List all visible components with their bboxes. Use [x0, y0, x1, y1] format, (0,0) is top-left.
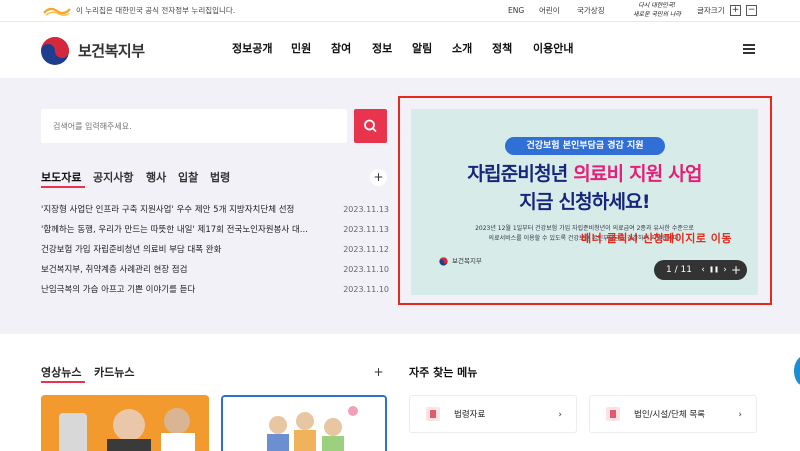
nav-item-guide[interactable]: 이용안내 — [533, 40, 573, 58]
news-title[interactable]: '지장형 사업단 인프라 구축 지원사업' 우수 제안 5개 지방자치단체 선정 — [41, 203, 331, 217]
slogan-line-1: 다시 대한민국! — [638, 2, 676, 9]
frequent-menu-label: 법인/시설/단체 목록 — [634, 410, 705, 420]
tab-event[interactable]: 행사 — [146, 170, 166, 186]
law-document-icon — [426, 407, 440, 421]
card-news-thumbnail[interactable] — [221, 395, 387, 451]
hero-section: 보도자료 공지사항 행사 입찰 법령 + '지장형 사업단 인프라 구축 지원사… — [0, 78, 800, 334]
news-title[interactable]: 건강보험 가입 자립준비청년 의료비 부담 대폭 완화 — [41, 243, 331, 257]
frequent-menu-item[interactable]: 법인/시설/단체 목록 › — [589, 395, 757, 433]
frequent-menu-item[interactable]: 법령자료 › — [409, 395, 577, 433]
slogan-logo: 다시 대한민국! 새로운 국민의 나라 — [628, 1, 686, 21]
nav-item-about[interactable]: 소개 — [452, 40, 472, 58]
tab-press-release[interactable]: 보도자료 — [41, 170, 81, 186]
site-header: 보건복지부 정보공개 민원 참여 정보 알림 소개 정책 이용안내 — [0, 22, 800, 78]
banner-headline-line2: 지금 신청하세요! — [519, 191, 650, 213]
tab-law[interactable]: 법령 — [210, 170, 230, 186]
national-symbols-link[interactable]: 국가상징 — [577, 4, 605, 18]
slogan-line-2: 새로운 국민의 나라 — [633, 11, 681, 18]
nav-item-information[interactable]: 정보 — [372, 40, 392, 58]
banner-pill: 건강보험 본인부담금 경감 지원 — [505, 137, 665, 155]
news-title[interactable]: '함께하는 동행, 우리가 만드는 따뜻한 내일' 제17회 전국노인자원봉사 … — [41, 223, 331, 237]
frequent-menu-title: 자주 찾는 메뉴 — [409, 366, 478, 379]
prev-icon[interactable]: ‹ — [698, 260, 708, 280]
active-tab-indicator — [41, 186, 85, 188]
card-news-thumbnail-image — [223, 397, 385, 451]
banner-page-indicator: 1 / 11 — [666, 265, 692, 275]
chevron-right-icon: › — [558, 410, 562, 420]
organization-list-icon — [606, 407, 620, 421]
gov-notice-text: 이 누리집은 대한민국 공식 전자정부 누리집입니다. — [76, 6, 236, 15]
pause-icon[interactable]: ❚❚ — [709, 260, 719, 280]
news-date: 2023.11.13 — [343, 225, 389, 234]
banner-headline: 자립준비청년 의료비 지원 사업 — [411, 161, 758, 187]
kids-link[interactable]: 어린이 — [539, 4, 560, 18]
top-utility-bar: 이 누리집은 대한민국 공식 전자정부 누리집입니다. ENG 어린이 국가상징… — [0, 0, 800, 22]
search-box — [41, 109, 347, 143]
search-icon — [364, 119, 377, 132]
search-button[interactable] — [354, 109, 387, 143]
list-item[interactable]: 보건복지부, 취약계층 사례관리 현장 점검 2023.11.10 — [41, 263, 389, 277]
nav-item-news[interactable]: 알림 — [412, 40, 432, 58]
tab-card-news[interactable]: 카드뉴스 — [94, 365, 134, 381]
nav-item-info-disclosure[interactable]: 정보공개 — [232, 40, 272, 58]
search-input[interactable] — [41, 109, 347, 143]
nav-item-civil-service[interactable]: 민원 — [291, 40, 311, 58]
font-increase-button[interactable]: + — [730, 5, 741, 16]
government-symbol-icon — [43, 7, 71, 17]
nav-item-participation[interactable]: 참여 — [331, 40, 351, 58]
promo-banner[interactable]: 건강보험 본인부담금 경감 지원 자립준비청년 의료비 지원 사업 지금 신청하… — [411, 109, 758, 295]
banner-add-icon[interactable]: + — [731, 260, 741, 280]
nav-item-policy[interactable]: 정책 — [492, 40, 512, 58]
news-title[interactable]: 난임극복의 가슴 아프고 기쁜 이야기를 듣다 — [41, 283, 331, 297]
news-more-button[interactable]: + — [370, 169, 387, 186]
active-media-tab-indicator — [41, 381, 85, 383]
chevron-right-icon: › — [738, 410, 742, 420]
list-item[interactable]: 건강보험 가입 자립준비청년 의료비 부담 대폭 완화 2023.11.12 — [41, 243, 389, 257]
list-item[interactable]: 난임극복의 가슴 아프고 기쁜 이야기를 듣다 2023.11.10 — [41, 283, 389, 297]
banner-org-name: 보건복지부 — [452, 257, 482, 265]
list-item[interactable]: '지장형 사업단 인프라 구축 지원사업' 우수 제안 5개 지방자치단체 선정… — [41, 203, 389, 217]
news-date: 2023.11.12 — [343, 245, 389, 254]
frequent-menu-label: 법령자료 — [454, 410, 486, 420]
eng-link[interactable]: ENG — [508, 4, 524, 18]
news-date: 2023.11.10 — [343, 285, 389, 294]
news-date: 2023.11.10 — [343, 265, 389, 274]
banner-highlight-frame: 건강보험 본인부담금 경감 지원 자립준비청년 의료비 지원 사업 지금 신청하… — [398, 96, 772, 305]
taegeuk-logo-icon[interactable] — [40, 36, 70, 66]
org-name[interactable]: 보건복지부 — [78, 38, 145, 64]
tab-video-news[interactable]: 영상뉴스 — [41, 365, 81, 381]
banner-taegeuk-icon — [439, 257, 448, 266]
banner-slider-controls: 1 / 11 ‹ ❚❚ › + — [654, 260, 747, 280]
news-title[interactable]: 보건복지부, 취약계층 사례관리 현장 점검 — [41, 263, 331, 277]
video-thumbnail[interactable] — [41, 395, 209, 451]
banner-headline-highlight: 의료비 지원 사업 — [573, 163, 702, 185]
news-date: 2023.11.13 — [343, 205, 389, 214]
banner-headline-part1: 자립준비청년 — [467, 163, 574, 185]
tab-bid[interactable]: 입찰 — [178, 170, 198, 186]
list-item[interactable]: '함께하는 동행, 우리가 만드는 따뜻한 내일' 제17회 전국노인자원봉사 … — [41, 223, 389, 237]
next-icon[interactable]: › — [720, 260, 730, 280]
bottom-section: 영상뉴스 카드뉴스 + 자주 찾는 메뉴 법령자료 › 법인/시설/단체 목록 … — [0, 334, 800, 451]
banner-annotation-note: 배너 클릭시 신청페이지로 이동 — [581, 232, 733, 245]
video-thumbnail-image — [41, 395, 209, 451]
font-decrease-button[interactable]: − — [746, 5, 757, 16]
menu-icon[interactable] — [743, 44, 755, 54]
font-size-label: 글자크기 — [697, 6, 725, 15]
tab-notice[interactable]: 공지사항 — [93, 170, 133, 186]
media-more-button[interactable]: + — [370, 364, 387, 381]
